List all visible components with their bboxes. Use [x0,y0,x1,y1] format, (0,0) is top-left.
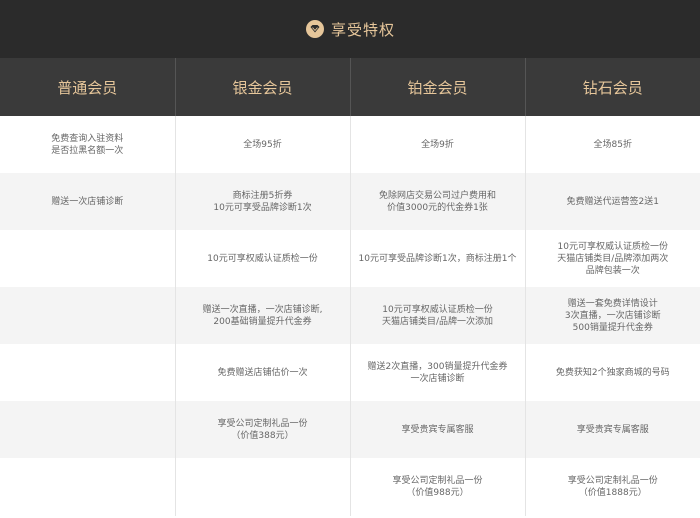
page-title: 享受特权 [330,20,395,39]
cell-text: 享受贵宾专属客服 [401,424,474,435]
column-header: 普通会员 [0,58,176,116]
cell-text: 免除网店交易公司过户费用和 [378,190,496,201]
cell-text: 商标注册5折券 [232,190,293,201]
column-header-row: 普通会员 银金会员 铂金会员 钻石会员 [0,58,700,116]
cell-text: 赠送2次直播，300销量提升代金券 [367,361,508,372]
cell-text: 10元可享受品牌诊断1次，商标注册1个 [358,253,517,264]
cell-text: 品牌包装一次 [585,265,640,276]
cell-text: 享受公司定制礼品一份 [567,476,658,486]
table-cell: 10元可享权威认证质检一份 [175,230,351,287]
table-cell: 免除网店交易公司过户费用和 价值3000元的代金券1张 [350,173,526,230]
cell-text: 全场95折 [243,139,282,150]
cell-text: 免费获知2个独家商城的号码 [555,367,670,378]
table-cell: 赠送一次直播，一次店铺诊断, 200基础销量提升代金券 [175,287,351,344]
table-row: 享受公司定制礼品一份 （价值988元） 享受公司定制礼品一份 （价值1888元） [0,458,700,516]
cell-text: （价值388元） [231,430,294,441]
cell-text: 500销量提升代金券 [572,322,653,333]
table-cell: 商标注册5折券 10元可享受品牌诊断1次 [175,173,351,230]
table-cell [0,230,176,287]
column-header: 银金会员 [175,58,351,116]
privilege-rows: 免费查询入驻资料 是否拉黑名额一次 全场95折 全场9折 全场85折赠送一次店铺诊断 商标… [0,116,700,516]
table-cell: 全场95折 [175,116,351,173]
table-cell [175,458,351,516]
cell-text: 200基础销量提升代金券 [213,316,312,327]
cell-text: 3次直播，一次店铺诊断 [564,310,661,321]
column-header: 钻石会员 [525,58,700,116]
table-row: 免费查询入驻资料 是否拉黑名额一次 全场95折 全场9折 全场85折 [0,116,700,173]
table-cell: 10元可享权威认证质检一份 天猫店铺类目/品牌添加两次 品牌包装一次 [525,230,700,287]
cell-text: 赠送一套免费详情设计 [567,298,658,309]
membership-table: 普通会员 银金会员 铂金会员 钻石会员 免费查询入驻资料 是否拉黑名额一次 全场95… [0,58,700,516]
cell-text: 价值3000元的代金券1张 [387,202,488,213]
cell-text: （价值988元） [406,488,469,498]
table-cell: 享受贵宾专属客服 [350,401,526,458]
cell-text: 免费赠送店铺估价一次 [217,367,308,378]
table-row: 享受公司定制礼品一份 （价值388元） 享受贵宾专属客服 享受贵宾专属客服 [0,401,700,458]
table-cell: 赠送2次直播，300销量提升代金券 一次店铺诊断 [350,344,526,401]
table-cell [0,401,176,458]
privileges-header: 享受特权 [0,0,700,58]
table-cell: 赠送一套免费详情设计 3次直播，一次店铺诊断 500销量提升代金券 [525,287,700,344]
table-cell: 免费查询入驻资料 是否拉黑名额一次 [0,116,176,173]
cell-text: 天猫店铺类目/品牌一次添加 [381,316,494,327]
table-row: 10元可享权威认证质检一份 10元可享受品牌诊断1次，商标注册1个 10元可享权威认… [0,230,700,287]
table-cell: 10元可享权威认证质检一份 天猫店铺类目/品牌一次添加 [350,287,526,344]
table-cell [0,287,176,344]
column-header: 铂金会员 [350,58,526,116]
cell-text: 10元可享权威认证质检一份 [557,241,668,252]
table-cell: 免费赠送代运营签2送1 [525,173,700,230]
table-row: 赠送一次直播，一次店铺诊断, 200基础销量提升代金券 10元可享权威认证质检一份天… [0,287,700,344]
table-cell: 全场9折 [350,116,526,173]
table-cell: 10元可享受品牌诊断1次，商标注册1个 [350,230,526,287]
table-cell [0,458,176,516]
cell-text: 10元可享权威认证质检一份 [207,253,318,264]
cell-text: 全场85折 [593,139,632,150]
table-cell: 享受公司定制礼品一份 （价值988元） [350,458,526,516]
cell-text: 赠送一次直播，一次店铺诊断, [202,304,323,315]
cell-text: 享受公司定制礼品一份 [217,418,308,429]
cell-text: 一次店铺诊断 [410,373,465,384]
table-cell: 赠送一次店铺诊断 [0,173,176,230]
crown-diamond-icon [305,19,325,39]
cell-text: 免费查询入驻资料 [51,133,124,144]
cell-text: 享受公司定制礼品一份 [392,476,483,486]
cell-text: （价值1888元） [578,488,647,498]
table-cell: 免费赠送店铺估价一次 [175,344,351,401]
table-cell [0,344,176,401]
table-row: 免费赠送店铺估价一次 赠送2次直播，300销量提升代金券 一次店铺诊断 免费获知2个独… [0,344,700,401]
table-cell: 享受公司定制礼品一份 （价值1888元） [525,458,700,516]
cell-text: 天猫店铺类目/品牌添加两次 [557,253,669,264]
table-cell: 全场85折 [525,116,700,173]
table-cell: 享受公司定制礼品一份 （价值388元） [175,401,351,458]
table-row: 赠送一次店铺诊断 商标注册5折券 10元可享受品牌诊断1次 免除网店交易公司过户费用和… [0,173,700,230]
cell-text: 全场9折 [421,139,454,150]
table-cell: 享受贵宾专属客服 [525,401,700,458]
cell-text: 享受贵宾专属客服 [576,424,649,435]
cell-text: 赠送一次店铺诊断 [51,196,124,207]
table-cell: 免费获知2个独家商城的号码 [525,344,700,401]
cell-text: 是否拉黑名额一次 [51,145,124,156]
cell-text: 免费赠送代运营签2送1 [566,196,659,207]
cell-text: 10元可享权威认证质检一份 [382,304,493,315]
cell-text: 10元可享受品牌诊断1次 [213,202,312,213]
